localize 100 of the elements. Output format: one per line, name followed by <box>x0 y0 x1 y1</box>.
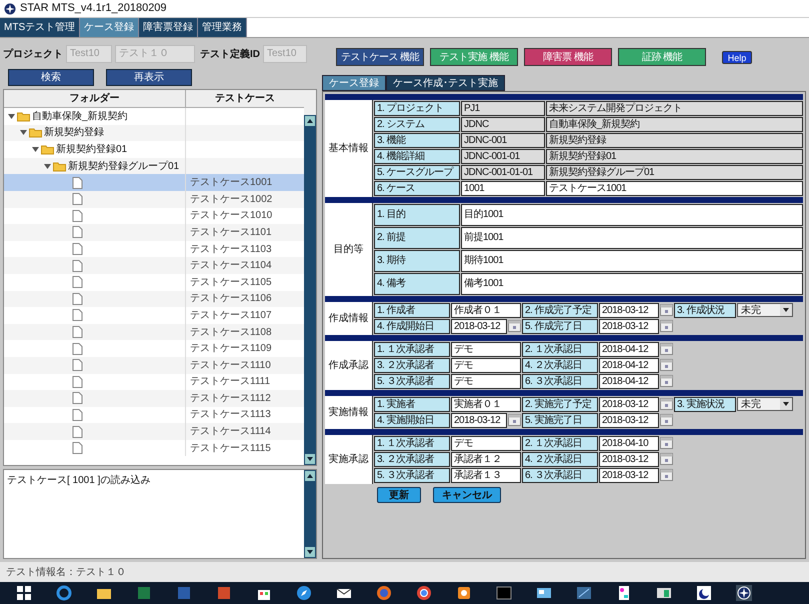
text-field[interactable]: 備考1001 <box>461 273 803 295</box>
cancel-button[interactable]: キャンセル <box>433 487 501 503</box>
calendar-icon[interactable] <box>660 452 673 466</box>
tree-row[interactable]: テストケース1108 <box>4 324 304 340</box>
text-field[interactable]: デモ <box>451 342 521 357</box>
text-field[interactable]: 実施者０１ <box>451 397 521 412</box>
calendar-icon[interactable] <box>660 397 673 411</box>
text-field[interactable]: 期待1001 <box>461 250 803 272</box>
compass-icon[interactable] <box>296 585 312 601</box>
update-button[interactable]: 更新 <box>377 487 421 503</box>
folder-label: 自動車保険_新規契約 <box>32 110 128 124</box>
tree-row[interactable]: テストケース1113 <box>4 406 304 424</box>
document-icon[interactable] <box>176 585 192 601</box>
refresh-button[interactable]: 再表示 <box>106 69 192 86</box>
date-field[interactable]: 2018-04-12 <box>599 342 659 357</box>
tree-row[interactable]: テストケース1001 <box>4 174 304 191</box>
menu-tab[interactable]: MTSテスト管理 <box>0 18 80 37</box>
file-icon <box>72 243 83 256</box>
date-field[interactable]: 2018-03-12 <box>451 413 507 428</box>
function-button[interactable]: 障害票 機能 <box>524 48 612 66</box>
app-logo-icon[interactable] <box>736 585 752 601</box>
window-icon[interactable] <box>536 585 552 601</box>
date-field[interactable]: 2018-03-12 <box>599 397 659 412</box>
field-label: 3. 実施状況 <box>674 397 736 412</box>
readonly-field: JDNC <box>461 117 545 132</box>
calendar-icon[interactable] <box>508 413 521 427</box>
text-field[interactable]: デモ <box>451 358 521 373</box>
date-field[interactable]: 2018-03-12 <box>451 319 507 334</box>
caret-icon[interactable] <box>44 162 51 170</box>
window-icon[interactable] <box>656 585 672 601</box>
scrollbar[interactable] <box>304 470 316 558</box>
help-button[interactable]: Help <box>722 50 752 64</box>
file-icon <box>72 260 83 272</box>
file-icon <box>72 210 83 222</box>
text-field[interactable]: デモ <box>451 436 521 451</box>
date-field[interactable]: 2018-03-12 <box>599 413 659 428</box>
date-field[interactable]: 2018-03-12 <box>599 319 659 334</box>
menu-tab[interactable]: 管理業務 <box>198 18 248 37</box>
function-button[interactable]: テストケース 機能 <box>336 48 424 66</box>
tree-row[interactable]: テストケース1112 <box>4 390 304 407</box>
calendar-icon[interactable] <box>660 342 673 356</box>
globe-icon[interactable] <box>416 585 432 601</box>
file-icon <box>72 359 83 372</box>
calendar-icon[interactable] <box>660 319 673 333</box>
field-label: 1. １次承認者 <box>374 342 450 357</box>
dropdown[interactable]: 未完 <box>737 303 793 317</box>
date-field[interactable]: 2018-03-12 <box>599 452 659 467</box>
status-text: テスト情報名：テスト１０ <box>6 566 126 580</box>
caret-icon[interactable] <box>32 146 39 153</box>
spreadsheet-icon[interactable] <box>136 585 152 601</box>
panel-tab[interactable]: ケース作成･テスト実施 <box>386 75 505 91</box>
dropdown[interactable]: 未完 <box>737 397 793 411</box>
text-field[interactable]: デモ <box>451 374 521 389</box>
text-field[interactable]: 承認者１３ <box>451 468 521 483</box>
calendar-icon[interactable] <box>660 303 673 317</box>
text-field[interactable]: テストケース1001 <box>546 181 803 196</box>
date-field[interactable]: 2018-03-12 <box>599 303 659 318</box>
tree-row[interactable]: テストケース1002 <box>4 190 304 208</box>
tree-row[interactable]: テストケース1110 <box>4 356 304 374</box>
calendar-icon[interactable] <box>660 374 673 388</box>
file-icon <box>72 226 83 238</box>
calendar-icon[interactable] <box>660 436 673 450</box>
date-field[interactable]: 2018-04-10 <box>599 436 659 451</box>
text-field[interactable]: 前提1001 <box>461 227 803 249</box>
tree-row[interactable]: テストケース1114 <box>4 423 304 440</box>
column-header: テストケース <box>214 92 276 106</box>
page-icon[interactable] <box>616 585 632 601</box>
text-field[interactable]: 承認者１２ <box>451 452 521 467</box>
folder-label: 新規契約登録01 <box>56 142 128 157</box>
field-label: 5. 作成完了日 <box>522 319 598 334</box>
search-button[interactable]: 検索 <box>8 69 94 86</box>
terminal-icon[interactable] <box>496 585 512 601</box>
scrollbar[interactable] <box>304 115 316 465</box>
start-icon[interactable] <box>16 585 32 601</box>
tree-row[interactable]: テストケース1101 <box>4 224 304 241</box>
field-label: 2. システム <box>374 117 460 132</box>
calendar-icon[interactable] <box>508 319 521 333</box>
window-icon[interactable] <box>576 585 592 601</box>
moon-icon[interactable] <box>696 585 712 601</box>
calendar-icon[interactable] <box>660 358 673 372</box>
presentation-icon[interactable] <box>216 585 232 601</box>
field-label: 4. ２次承認日 <box>522 452 598 467</box>
tree-row[interactable]: テストケース1104 <box>4 257 304 274</box>
caret-icon[interactable] <box>8 112 15 120</box>
text-field[interactable]: 作成者０１ <box>451 303 521 318</box>
text-field[interactable]: 1001 <box>461 181 545 196</box>
date-field[interactable]: 2018-04-12 <box>599 358 659 373</box>
caret-icon[interactable] <box>20 129 27 136</box>
menu-tab[interactable]: 障害票登録 <box>139 18 198 37</box>
tree-row[interactable]: テストケース1103 <box>4 240 304 258</box>
panel-tab[interactable]: ケース登録 <box>322 75 386 91</box>
browser-icon[interactable] <box>56 585 72 601</box>
calendar-icon[interactable] <box>660 413 673 427</box>
date-field[interactable]: 2018-03-12 <box>599 468 659 483</box>
tree-row[interactable]: テストケース1106 <box>4 290 304 308</box>
menu-tab[interactable]: ケース登録 <box>80 18 140 37</box>
text-field[interactable]: 目的1001 <box>461 204 803 226</box>
field-label: 5. ３次承認者 <box>374 468 450 483</box>
date-field[interactable]: 2018-04-12 <box>599 374 659 389</box>
calendar-icon[interactable] <box>660 468 673 482</box>
